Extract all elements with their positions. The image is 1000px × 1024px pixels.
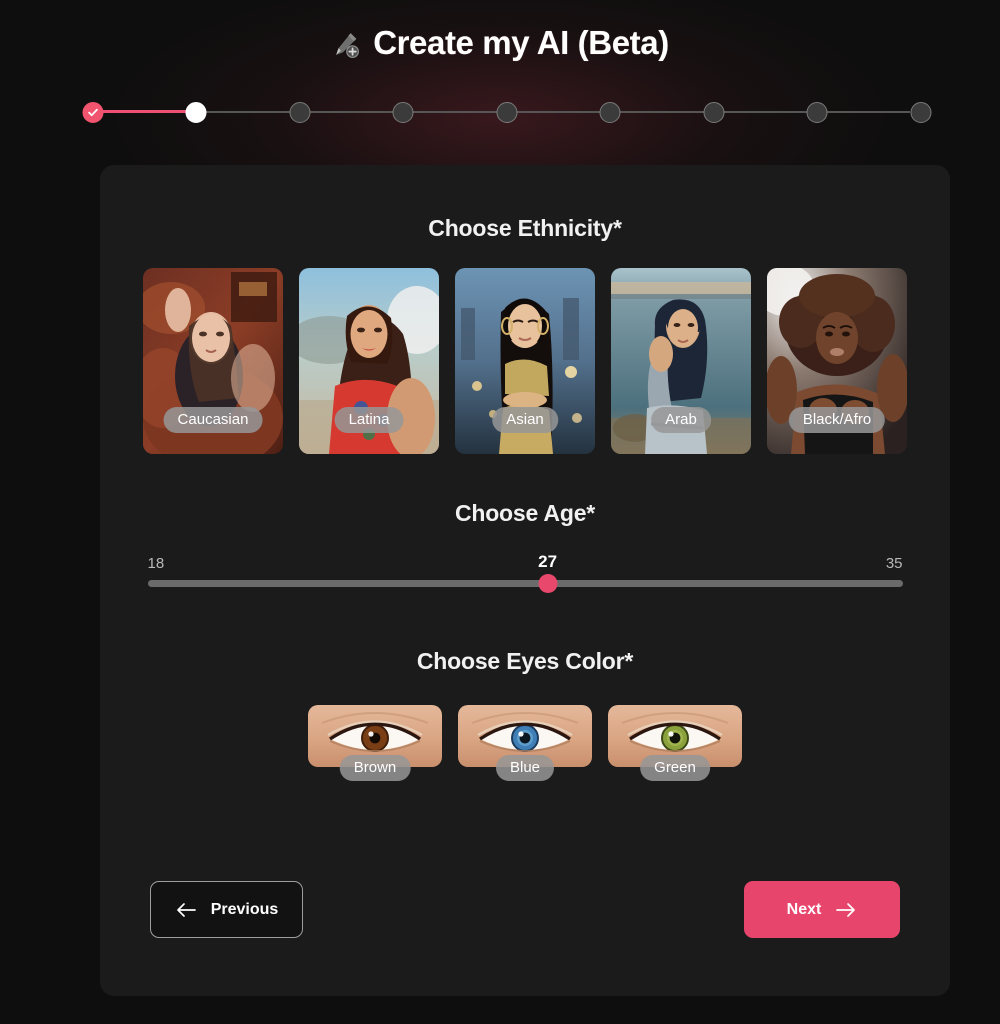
ethnicity-options: Caucasian Latina Asian Arab Black/Afro	[100, 268, 950, 454]
wizard-panel: Choose Ethnicity* Caucasian Latina Asian…	[100, 165, 950, 996]
pencil-plus-icon	[336, 33, 360, 58]
age-slider-track[interactable]	[147, 580, 903, 587]
next-button-label: Next	[786, 900, 822, 918]
step-indicator-5[interactable]	[496, 102, 518, 123]
eye-color-option-brown[interactable]: Brown	[308, 705, 442, 781]
stepper-progress-fill	[90, 110, 193, 113]
create-ai-page: Create my AI (Beta) Choose Ethnicity* Ca…	[0, 0, 1000, 1024]
ethnicity-option-label: Latina	[334, 407, 404, 433]
ethnicity-option-asian[interactable]: Asian	[455, 268, 595, 454]
check-icon	[88, 108, 98, 117]
ethnicity-option-caucasian[interactable]: Caucasian	[143, 268, 283, 454]
eye-color-options: Brown Blue Green	[100, 705, 950, 781]
ethnicity-section-title: Choose Ethnicity*	[428, 215, 622, 241]
ethnicity-option-label: Caucasian	[163, 407, 263, 433]
arrow-left-icon	[176, 902, 196, 917]
step-indicator-2[interactable]	[185, 102, 207, 123]
step-indicator-3[interactable]	[289, 102, 311, 123]
page-title: Create my AI (Beta)	[373, 24, 669, 61]
ethnicity-option-arab[interactable]: Arab	[611, 268, 751, 454]
arrow-right-icon	[836, 902, 856, 917]
step-indicator-6[interactable]	[599, 102, 621, 123]
step-indicator-7[interactable]	[703, 102, 725, 123]
eyes-section-title: Choose Eyes Color*	[416, 648, 634, 674]
step-indicator-9[interactable]	[910, 102, 932, 123]
age-slider-thumb[interactable]	[538, 574, 558, 593]
step-indicator-8[interactable]	[806, 102, 828, 123]
age-slider-value: 27	[538, 552, 558, 571]
previous-button[interactable]: Previous	[150, 881, 303, 938]
ethnicity-option-label: Arab	[651, 407, 711, 433]
step-indicator-1[interactable]	[82, 102, 104, 123]
step-indicator-4[interactable]	[392, 102, 414, 123]
next-button[interactable]: Next	[744, 881, 900, 938]
eye-color-option-label: Green	[640, 755, 710, 781]
eye-color-option-green[interactable]: Green	[608, 705, 742, 781]
age-slider-max-label: 35	[885, 555, 903, 572]
ethnicity-option-label: Black/Afro	[788, 407, 886, 433]
age-section-title: Choose Age*	[454, 500, 596, 526]
age-slider[interactable]: 18 27 35	[147, 552, 903, 605]
eye-color-option-blue[interactable]: Blue	[458, 705, 592, 781]
wizard-footer: Previous Next	[150, 881, 900, 938]
previous-button-label: Previous	[210, 900, 279, 918]
ethnicity-option-black-afro[interactable]: Black/Afro	[767, 268, 907, 454]
age-slider-min-label: 18	[147, 555, 165, 572]
ethnicity-option-label: Asian	[492, 407, 558, 433]
page-header: Create my AI (Beta)	[0, 0, 1000, 72]
eye-color-option-label: Brown	[339, 755, 411, 781]
ethnicity-option-latina[interactable]: Latina	[299, 268, 439, 454]
progress-stepper	[80, 98, 932, 126]
eye-color-option-label: Blue	[495, 755, 555, 781]
